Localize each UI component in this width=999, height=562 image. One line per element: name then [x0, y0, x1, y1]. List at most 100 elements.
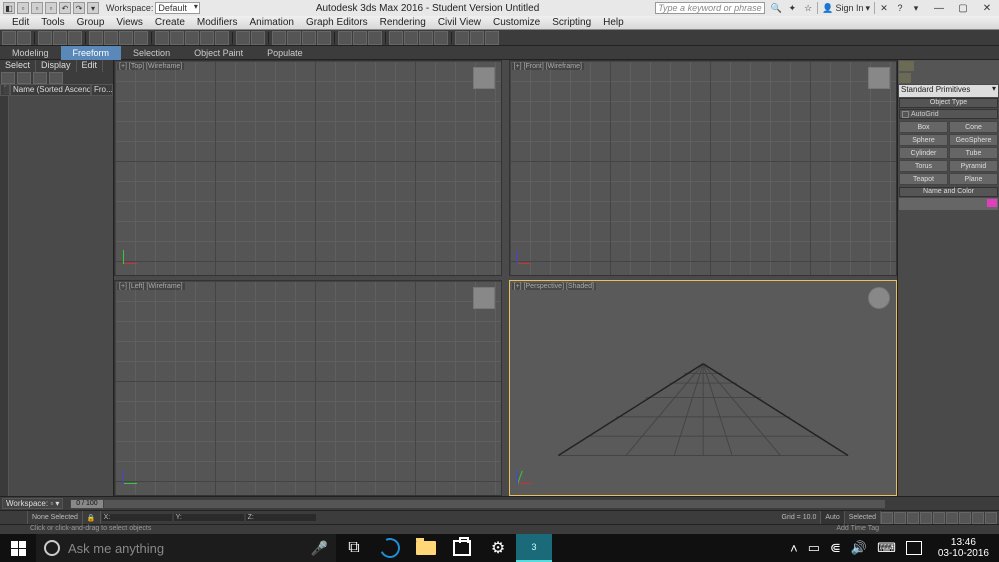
viewport-left[interactable]: [+] [Left] [Wireframe] [114, 280, 502, 496]
viewcube-top[interactable] [473, 67, 495, 89]
autogrid-checkbox[interactable] [902, 111, 909, 118]
tool-mirror-icon[interactable] [353, 31, 367, 45]
tool-material-icon[interactable] [434, 31, 448, 45]
scene-explorer-col-frozen[interactable]: Fro... [91, 84, 113, 96]
scene-explorer-find-icon[interactable] [33, 72, 47, 84]
qat-redo-icon[interactable]: ↷ [73, 2, 85, 14]
subscription-icon[interactable]: ✦ [785, 2, 799, 14]
coord-y-input[interactable]: Y: [174, 514, 244, 521]
tool-undo-icon[interactable] [2, 31, 16, 45]
tool-unlink-icon[interactable] [53, 31, 67, 45]
favorite-icon[interactable]: ☆ [801, 2, 815, 14]
ribbon-tab-objectpaint[interactable]: Object Paint [182, 46, 255, 60]
menu-edit[interactable]: Edit [6, 17, 35, 28]
tray-keyboard-icon[interactable]: ⌨ [877, 540, 896, 556]
tray-battery-icon[interactable]: ▭ [808, 540, 820, 556]
ribbon-tab-modeling[interactable]: Modeling [0, 46, 61, 60]
primitive-cylinder-button[interactable]: Cylinder [899, 147, 948, 159]
menu-modifiers[interactable]: Modifiers [191, 17, 244, 28]
qat-save-icon[interactable]: ▫ [45, 2, 57, 14]
status-lock-icon[interactable]: 🔒 [83, 511, 101, 525]
menu-civilview[interactable]: Civil View [432, 17, 487, 28]
cmd-tab-create-icon[interactable] [898, 60, 915, 72]
cortana-search[interactable]: Ask me anything 🎤 [36, 534, 336, 562]
playback-start-icon[interactable] [881, 512, 893, 524]
scene-explorer-tab-select[interactable]: Select [0, 60, 36, 72]
viewport-perspective[interactable]: [+] [Perspective] [Shaded] [509, 280, 897, 496]
scene-explorer-col-icon[interactable]: ⬛ [0, 84, 10, 96]
primitive-tube-button[interactable]: Tube [949, 147, 998, 159]
qat-undo-icon[interactable]: ↶ [59, 2, 71, 14]
tool-renderframe-icon[interactable] [470, 31, 484, 45]
primitive-cone-button[interactable]: Cone [949, 121, 998, 133]
qat-new-icon[interactable]: ▫ [17, 2, 29, 14]
close-button[interactable]: ✕ [975, 1, 999, 15]
task-view-button[interactable]: ⧉ [336, 534, 372, 562]
menu-create[interactable]: Create [149, 17, 191, 28]
cmd-tab-modify-icon[interactable] [915, 60, 932, 72]
cmd-tab-motion-icon[interactable] [948, 60, 965, 72]
menu-scripting[interactable]: Scripting [546, 17, 597, 28]
object-name-input[interactable] [899, 198, 998, 210]
menu-tools[interactable]: Tools [35, 17, 70, 28]
time-slider-track[interactable]: 0 / 100 [70, 500, 885, 508]
cmd-tab-utilities-icon[interactable] [982, 60, 999, 72]
cmd-sub-cameras-icon[interactable] [941, 72, 955, 84]
help-drop-icon[interactable]: ▾ [909, 2, 923, 14]
start-button[interactable] [0, 534, 36, 562]
tool-select-icon[interactable] [89, 31, 103, 45]
tool-manip-icon[interactable] [236, 31, 250, 45]
scene-explorer-filter-icon[interactable] [1, 72, 15, 84]
object-color-swatch[interactable] [987, 199, 997, 207]
tool-scale-icon[interactable] [185, 31, 199, 45]
scene-explorer-view-icon[interactable] [49, 72, 63, 84]
primitive-plane-button[interactable]: Plane [949, 173, 998, 185]
infocenter-search[interactable]: Type a keyword or phrase [655, 2, 765, 14]
playback-next-icon[interactable] [920, 512, 932, 524]
search-go-icon[interactable]: 🔍 [769, 2, 783, 14]
taskbar-store[interactable] [444, 534, 480, 562]
tool-percentsnap-icon[interactable] [302, 31, 316, 45]
tool-link-icon[interactable] [38, 31, 52, 45]
tool-schematic-icon[interactable] [419, 31, 433, 45]
tool-bind-icon[interactable] [68, 31, 82, 45]
rollout-object-type[interactable]: Object Type [899, 98, 998, 108]
cmd-sub-systems-icon[interactable] [985, 72, 999, 84]
help-icon[interactable]: ? [893, 2, 907, 14]
taskbar-explorer[interactable] [408, 534, 444, 562]
tool-keymode-icon[interactable] [251, 31, 265, 45]
autokey-button[interactable]: Auto [821, 511, 844, 525]
tool-move-icon[interactable] [155, 31, 169, 45]
add-time-tag[interactable]: Add Time Tag [836, 525, 879, 532]
coord-x-input[interactable]: X: [102, 514, 172, 521]
taskbar-settings[interactable]: ⚙ [480, 534, 516, 562]
tray-notifications-icon[interactable] [906, 541, 922, 555]
qat-more-icon[interactable]: ▾ [87, 2, 99, 14]
primitive-teapot-button[interactable]: Teapot [899, 173, 948, 185]
cmd-sub-lights-icon[interactable] [927, 72, 941, 84]
tool-spinnersnap-icon[interactable] [317, 31, 331, 45]
primitive-geosphere-button[interactable]: GeoSphere [949, 134, 998, 146]
menu-grapheditors[interactable]: Graph Editors [300, 17, 374, 28]
time-slider-thumb[interactable]: 0 / 100 [70, 499, 104, 509]
timeline-workspace-label[interactable]: Workspace: ▫ ▾ [2, 498, 63, 509]
cmd-sub-spacewarps-icon[interactable] [970, 72, 984, 84]
app-menu-icon[interactable]: ◧ [3, 2, 15, 14]
cmd-sub-helpers-icon[interactable] [956, 72, 970, 84]
tray-volume-icon[interactable]: 🔊 [851, 540, 867, 556]
tool-rotate-icon[interactable] [170, 31, 184, 45]
primitive-sphere-button[interactable]: Sphere [899, 134, 948, 146]
cmd-sub-shapes-icon[interactable] [912, 72, 926, 84]
playback-play-icon[interactable] [907, 512, 919, 524]
maximize-button[interactable]: ▢ [951, 1, 975, 15]
menu-views[interactable]: Views [110, 17, 149, 28]
menu-customize[interactable]: Customize [487, 17, 546, 28]
primitive-pyramid-button[interactable]: Pyramid [949, 160, 998, 172]
cmd-sub-geometry-icon[interactable] [898, 72, 912, 84]
viewport-label-left[interactable]: [+] [Left] [Wireframe] [117, 283, 185, 290]
viewport-front[interactable]: [+] [Front] [Wireframe] [509, 60, 897, 276]
viewport-label-top[interactable]: [+] [Top] [Wireframe] [117, 63, 184, 70]
rollout-name-color[interactable]: Name and Color [899, 187, 998, 197]
cmd-tab-display-icon[interactable] [965, 60, 982, 72]
nav-zoom-icon[interactable] [959, 512, 971, 524]
